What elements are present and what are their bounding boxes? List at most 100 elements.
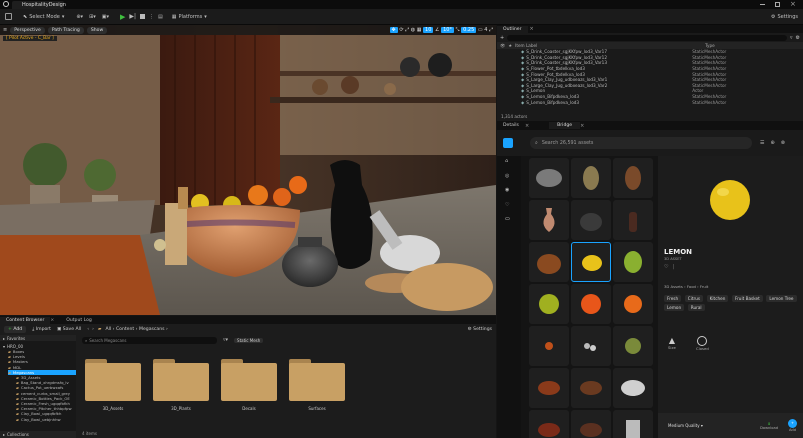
minimize-icon[interactable] [760, 4, 765, 5]
import-button[interactable]: ⤓ Import [32, 326, 51, 332]
favorite-icon[interactable]: ♡ [664, 264, 668, 270]
tag-chip[interactable]: Citrus [684, 295, 704, 302]
asset-thumb[interactable] [571, 284, 611, 324]
col-type[interactable]: Type [705, 43, 715, 48]
rotate-tool-icon[interactable]: ⟳ [399, 27, 403, 33]
outliner-search[interactable] [507, 34, 787, 41]
folder-tile[interactable]: 3D_Assets [82, 357, 144, 411]
crumb-all[interactable]: All [105, 327, 111, 332]
save-all-button[interactable]: ▣ Save All [57, 327, 81, 332]
asset-search-input[interactable]: ⌕ Search Megascans [82, 336, 217, 344]
settings-icon[interactable]: ⚙ [796, 35, 800, 41]
asset-thumb[interactable] [529, 158, 569, 198]
world-icon[interactable]: ◍ [411, 27, 415, 33]
breadcrumb-1[interactable]: Food [687, 284, 696, 289]
add-button[interactable]: + Add [788, 419, 797, 432]
bridge-logo-icon[interactable] [503, 138, 513, 148]
visibility-icon[interactable]: 👁 [500, 43, 505, 49]
folder-tile[interactable]: 3D_Plants [150, 357, 212, 411]
close-icon[interactable]: × [790, 0, 796, 8]
asset-thumb[interactable] [571, 158, 611, 198]
snap-icon[interactable]: ▦ [417, 27, 422, 33]
tag-chip[interactable]: Fresh [664, 295, 682, 302]
download-icon[interactable]: ⊕ [770, 140, 774, 146]
crumb-content[interactable]: Content [116, 327, 134, 332]
favorites-header[interactable]: ▸ Favorites [0, 335, 76, 341]
bridge-tab[interactable]: Bridge [549, 122, 581, 129]
camera-speed-icon[interactable]: ▭ [478, 27, 483, 33]
monitor-icon[interactable]: ▭ [505, 216, 510, 222]
asset-thumb[interactable] [613, 368, 653, 408]
asset-thumb[interactable] [529, 200, 569, 240]
tag-chip[interactable]: Kitchen [706, 295, 729, 302]
folder-tree-item[interactable]: ▰ Clay_Bowl_uebjnhhw [8, 416, 76, 422]
path-tracing-button[interactable]: Path Tracing [47, 26, 84, 34]
filter-icon[interactable]: ▿ [790, 35, 793, 41]
asset-thumb[interactable] [613, 410, 653, 438]
play-icon[interactable]: ▶ [120, 13, 125, 21]
asset-thumb[interactable] [529, 326, 569, 366]
perspective-button[interactable]: Perspective [10, 26, 45, 34]
nav-back-icon[interactable]: ‹ [87, 327, 89, 332]
maximize-icon[interactable] [775, 2, 780, 7]
folder-tile[interactable]: Surfaces [286, 357, 348, 411]
download-button[interactable]: ⬇ Download [760, 422, 778, 430]
close-icon[interactable]: × [50, 318, 54, 323]
asset-thumb[interactable] [613, 284, 653, 324]
bridge-search-input[interactable]: ⌕ Search 26,591 assets [530, 137, 752, 149]
angle-value[interactable]: 10° [441, 27, 454, 33]
scale-snap-value[interactable]: 0.25 [461, 27, 477, 33]
asset-thumb[interactable] [571, 326, 611, 366]
asset-thumb-lemon[interactable] [571, 242, 611, 282]
asset-thumb[interactable] [529, 284, 569, 324]
tag-chip[interactable]: Rural [687, 304, 705, 311]
close-icon[interactable]: × [580, 123, 584, 129]
filter-icon[interactable]: ▿▾ [223, 337, 228, 343]
size-option[interactable]: ▲ Size [668, 336, 676, 350]
add-button[interactable]: + Add [4, 325, 27, 333]
scale-snap-icon[interactable]: ⤡ [456, 27, 460, 33]
platforms-dropdown[interactable]: ▦ Platforms ▾ [169, 12, 210, 22]
camera-icon[interactable]: ▤ [158, 14, 163, 20]
select-tool-icon[interactable]: ✥ [389, 27, 398, 33]
stop-icon[interactable] [140, 14, 146, 19]
pin-icon[interactable]: ★ [508, 43, 512, 48]
outliner-row[interactable]: ◆ S_Lemon_Bifpdkeva_lod3 StaticMeshActor [521, 99, 800, 105]
maximize-viewport-icon[interactable]: ⤢ [489, 27, 493, 33]
crumb-megascans[interactable]: Megascans [139, 327, 165, 332]
asset-thumb[interactable] [529, 410, 569, 438]
local-icon[interactable]: ◉ [505, 187, 509, 193]
asset-thumb[interactable] [613, 200, 653, 240]
outliner-tab[interactable]: Outliner [497, 25, 528, 33]
settings-button[interactable]: ⚙ Settings [468, 327, 492, 332]
project-tab[interactable]: HospitalityDesign [12, 1, 66, 9]
more-icon[interactable]: ⊗ [781, 140, 785, 146]
camera-speed-value[interactable]: 4 [484, 27, 487, 33]
asset-thumb[interactable] [571, 410, 611, 438]
blueprint-button[interactable]: ⊞▾ [86, 12, 99, 22]
home-icon[interactable]: ⌂ [505, 158, 508, 164]
nav-forward-icon[interactable]: › [92, 327, 94, 332]
filter-icon[interactable]: ☰ [760, 140, 764, 146]
asset-thumb[interactable] [529, 242, 569, 282]
collections-header[interactable]: ▸ Collections [0, 431, 76, 438]
asset-thumb[interactable] [571, 200, 611, 240]
breadcrumb-2[interactable]: Fruit [700, 284, 708, 289]
scale-tool-icon[interactable]: ⤢ [405, 27, 409, 33]
close-icon[interactable]: × [530, 26, 534, 32]
asset-thumb[interactable] [613, 242, 653, 282]
folder-tile[interactable]: Decals [218, 357, 280, 411]
close-icon[interactable]: × [525, 123, 529, 129]
grid-value[interactable]: 10 [423, 27, 434, 33]
show-button[interactable]: Show [86, 26, 108, 34]
globe-icon[interactable]: ◎ [505, 173, 509, 179]
cinematics-button[interactable]: ▣▾ [99, 12, 112, 22]
quality-dropdown[interactable]: Medium Quality ▾ [668, 423, 703, 428]
tag-chip[interactable]: Lemon Tree [766, 295, 797, 302]
col-item-label[interactable]: Item Label [515, 43, 705, 48]
asset-thumb[interactable] [613, 326, 653, 366]
closed-option[interactable]: Closed [696, 336, 709, 351]
filter-chip[interactable]: Static Mesh [234, 337, 264, 343]
content-browser-tab[interactable]: Content Browser [0, 316, 51, 324]
settings-button[interactable]: ⚙ Settings [768, 12, 801, 22]
